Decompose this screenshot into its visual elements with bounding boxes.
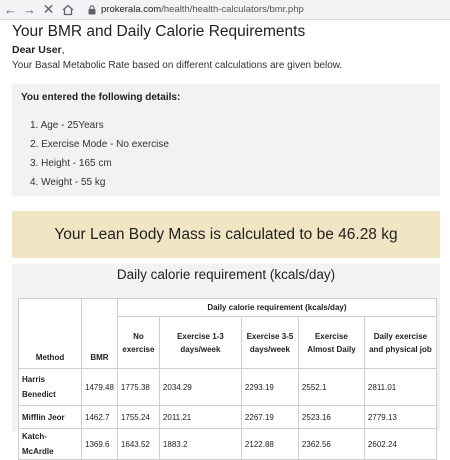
cell-exercise-1-3: 1883.2 [158, 428, 242, 460]
header-method: Method [18, 298, 82, 369]
header-no-exercise: No exercise [116, 316, 160, 369]
cell-exercise-3-5: 2122.88 [240, 428, 299, 460]
cell-daily-physical-job: 2779.13 [363, 405, 437, 429]
header-exercise-almost-daily: Exercise Almost Daily [297, 316, 365, 369]
address-bar[interactable]: prokerala.com/health/health-calculators/… [101, 4, 304, 15]
cell-method: Harris Benedict [18, 368, 82, 406]
greeting-punctuation: , [61, 44, 65, 56]
lean-body-mass-banner: Your Lean Body Mass is calculated to be … [12, 211, 440, 258]
detail-age: 1. Age - 25Years [30, 120, 104, 131]
table-row: Harris Benedict 1479.48 1775.38 2034.29 … [18, 368, 437, 406]
cell-exercise-3-5: 2293.19 [240, 368, 299, 406]
cell-bmr: 1369.6 [81, 428, 118, 460]
cell-daily-physical-job: 2811.01 [363, 368, 437, 406]
cell-exercise-1-3: 2034.29 [158, 368, 242, 406]
cell-no-exercise: 1643.52 [116, 428, 160, 460]
cell-bmr: 1479.48 [81, 368, 118, 406]
detail-exercise-mode: 2. Exercise Mode - No exercise [30, 139, 169, 150]
cell-exercise-1-3: 2011.21 [158, 405, 242, 429]
daily-calorie-panel: Daily calorie requirement (kcals/day) Me… [12, 264, 440, 460]
lean-body-mass-text: Your Lean Body Mass is calculated to be … [54, 226, 398, 243]
lock-icon[interactable] [86, 3, 98, 17]
greeting-name: Dear User [12, 44, 62, 56]
details-heading: You entered the following details: [21, 92, 181, 103]
intro-text: Your Basal Metabolic Rate based on diffe… [12, 60, 343, 71]
url-path: /health/health-calculators/bmr.php [161, 4, 304, 15]
table-row: Mifflin Jeor 1462.7 1755.24 2011.21 2267… [18, 405, 437, 429]
header-exercise-1-3: Exercise 1-3 days/week [158, 316, 242, 369]
detail-height: 3. Height - 165 cm [30, 158, 112, 169]
daily-calorie-table: Method BMR Daily calorie requirement (kc… [18, 298, 437, 460]
table-row: Katch-McArdle 1369.6 1643.52 1883.2 2122… [18, 428, 437, 460]
browser-toolbar: ← → ✕ prokerala.com/health/health-calcul… [0, 0, 450, 20]
forward-arrow-icon[interactable]: → [21, 1, 38, 18]
cell-exercise-3-5: 2267.19 [240, 405, 299, 429]
cell-method: Mifflin Jeor [18, 405, 82, 429]
header-bmr: BMR [81, 298, 118, 369]
cell-no-exercise: 1755.24 [116, 405, 160, 429]
cell-exercise-almost-daily: 2552.1 [297, 368, 365, 406]
back-arrow-icon[interactable]: ← [2, 1, 19, 18]
cell-daily-physical-job: 2602.24 [363, 428, 437, 460]
page-title: Your BMR and Daily Calorie Requirements [12, 23, 306, 40]
url-domain: prokerala.com [101, 4, 162, 15]
header-daily-physical-job: Daily exercise and physical job [363, 316, 437, 369]
greeting: Dear User, [12, 44, 65, 56]
cell-no-exercise: 1775.38 [116, 368, 160, 406]
detail-weight: 4. Weight - 55 kg [30, 177, 106, 188]
entered-details-panel: You entered the following details: 1. Ag… [12, 84, 440, 196]
home-icon[interactable] [59, 1, 76, 18]
cell-exercise-almost-daily: 2523.16 [297, 405, 365, 429]
stop-loading-icon[interactable]: ✕ [40, 1, 57, 18]
cell-exercise-almost-daily: 2362.56 [297, 428, 365, 460]
daily-calorie-title: Daily calorie requirement (kcals/day) [116, 267, 336, 282]
header-exercise-3-5: Exercise 3-5 days/week [240, 316, 299, 369]
cell-bmr: 1462.7 [81, 405, 118, 429]
header-calorie-group: Daily calorie requirement (kcals/day) [116, 298, 437, 317]
cell-method: Katch-McArdle [18, 428, 82, 460]
